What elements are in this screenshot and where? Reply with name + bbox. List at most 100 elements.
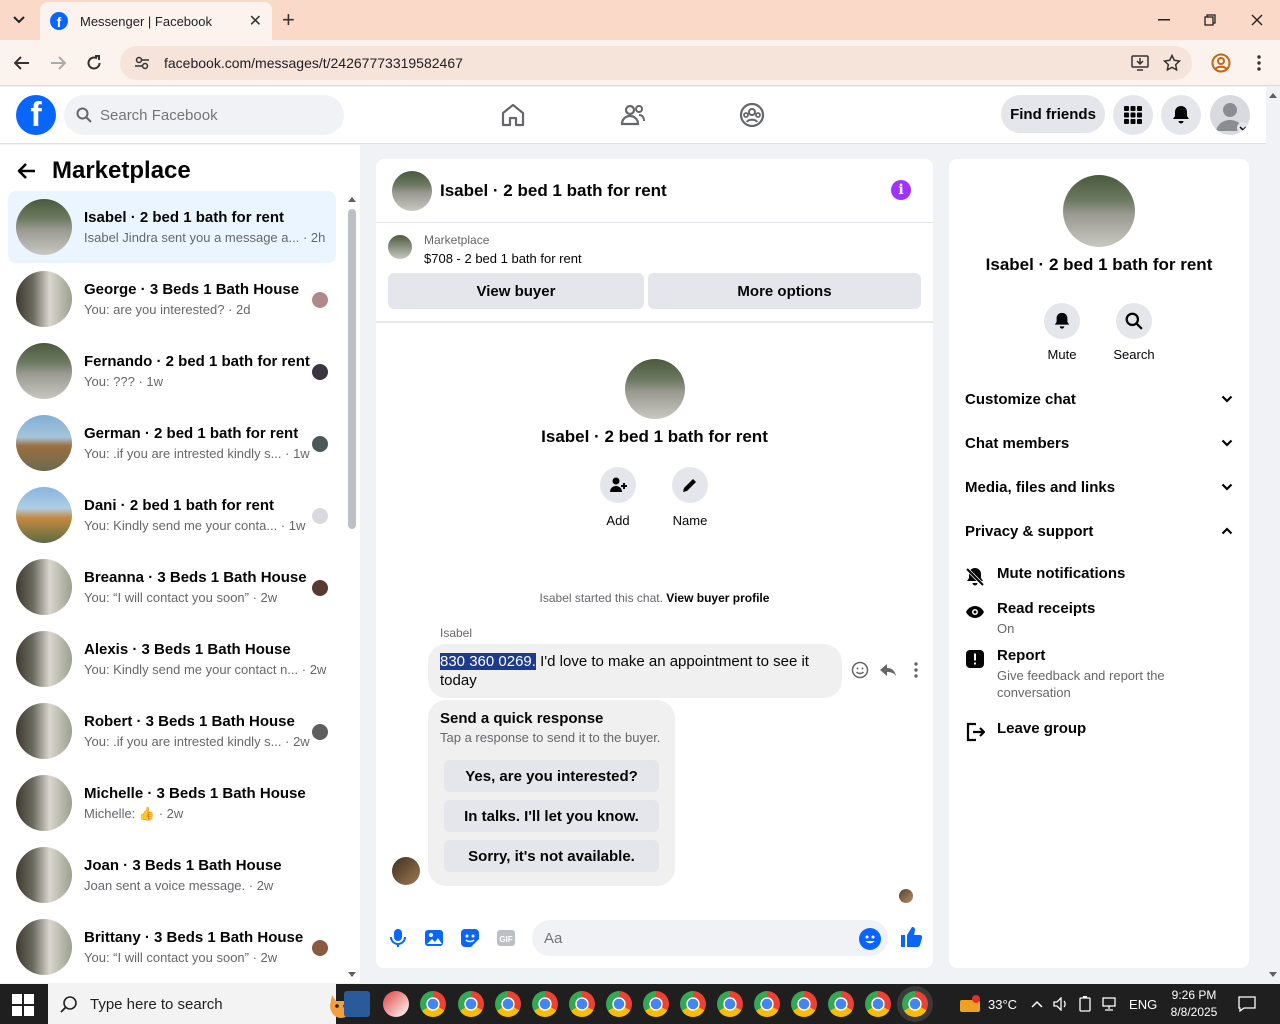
battery-icon[interactable] (1079, 996, 1091, 1012)
conversation-item[interactable]: Dani · 2 bed 1 bath for rent You: Kindly … (8, 479, 336, 551)
conversation-item[interactable]: Fernando · 2 bed 1 bath for rent You: ???… (8, 335, 336, 407)
language-indicator[interactable]: ENG (1129, 997, 1157, 1012)
mute-notifications-option[interactable]: Mute notifications (965, 565, 1233, 587)
chrome-icon[interactable] (865, 991, 891, 1017)
listing-title[interactable]: $708 - 2 bed 1 bath for rent (424, 251, 582, 266)
bell-icon[interactable] (1044, 303, 1080, 339)
app-icon[interactable] (344, 991, 370, 1017)
conversation-item[interactable]: Joan · 3 Beds 1 Bath House Joan sent a vo… (8, 839, 336, 911)
media-files-links-section[interactable]: Media, files and links (965, 467, 1233, 507)
chrome-profile-icon[interactable] (1210, 52, 1232, 74)
new-tab-icon[interactable]: + (282, 9, 295, 31)
chrome-icon[interactable] (569, 991, 595, 1017)
pencil-icon[interactable] (672, 467, 708, 503)
friends-icon[interactable] (619, 101, 647, 129)
more-options-button[interactable]: More options (648, 273, 921, 309)
reply-icon[interactable] (879, 661, 897, 679)
react-icon[interactable] (851, 661, 869, 679)
chrome-icon[interactable] (495, 991, 521, 1017)
volume-icon[interactable] (1053, 997, 1069, 1011)
tab-search-icon[interactable] (6, 8, 32, 32)
close-window-icon[interactable] (1247, 10, 1267, 30)
emoji-icon[interactable] (859, 928, 881, 950)
show-hidden-icons-icon[interactable] (1031, 1000, 1043, 1008)
conversation-item[interactable]: Isabel · 2 bed 1 bath for rent Isabel Jin… (8, 191, 336, 263)
chrome-icon[interactable] (643, 991, 669, 1017)
chrome-icon[interactable] (828, 991, 854, 1017)
chrome-icon[interactable] (754, 991, 780, 1017)
add-person-icon[interactable] (600, 467, 636, 503)
page-scrollbar[interactable] (1266, 87, 1280, 983)
bookmark-star-icon[interactable] (1161, 52, 1183, 74)
chrome-icon[interactable] (717, 991, 743, 1017)
forward-icon[interactable] (47, 52, 69, 74)
view-buyer-button[interactable]: View buyer (388, 273, 644, 309)
more-icon[interactable] (907, 661, 925, 679)
report-option[interactable]: Report Give feedback and report the conve… (965, 647, 1233, 701)
temperature[interactable]: 33°C (988, 997, 1017, 1012)
conversation-item[interactable]: Alexis · 3 Beds 1 Bath House You: Kindly … (8, 623, 336, 695)
site-info-icon[interactable] (134, 55, 150, 71)
gif-icon[interactable]: GIF (495, 927, 517, 949)
customize-chat-section[interactable]: Customize chat (965, 379, 1233, 419)
view-buyer-profile-link[interactable]: View buyer profile (666, 591, 769, 605)
conversation-item[interactable]: Breanna · 3 Beds 1 Bath House You: “I wil… (8, 551, 336, 623)
minimize-icon[interactable] (1154, 10, 1174, 30)
notifications-bell-icon[interactable] (1161, 95, 1201, 135)
menu-grid-icon[interactable] (1113, 95, 1153, 135)
search-input[interactable] (100, 106, 320, 124)
taskbar-search[interactable]: Type here to search (48, 984, 364, 1024)
chrome-icon[interactable] (420, 991, 446, 1017)
search-action[interactable]: Search (1104, 303, 1164, 362)
home-icon[interactable] (499, 101, 527, 129)
chat-avatar[interactable] (392, 170, 432, 211)
quick-response-button[interactable]: In talks. I'll let you know. (444, 800, 659, 832)
tab-close-icon[interactable]: ✕ (249, 11, 262, 31)
network-icon[interactable] (1101, 997, 1117, 1011)
chrome-icon[interactable] (458, 991, 484, 1017)
thumbs-up-icon[interactable] (899, 925, 923, 947)
install-app-icon[interactable] (1129, 52, 1151, 74)
mute-action[interactable]: Mute (1032, 303, 1092, 362)
address-bar[interactable]: facebook.com/messages/t/2426777331958246… (120, 46, 1192, 80)
weather-icon[interactable] (958, 994, 982, 1014)
clock[interactable]: 9:26 PM 8/8/2025 (1160, 987, 1228, 1021)
chrome-icon[interactable] (606, 991, 632, 1017)
reload-icon[interactable] (83, 52, 105, 74)
search-icon[interactable] (1116, 303, 1152, 339)
back-icon[interactable] (11, 52, 33, 74)
restore-icon[interactable] (1200, 10, 1220, 30)
conversation-item[interactable]: Brittany · 3 Beds 1 Bath House You: “I wi… (8, 911, 336, 983)
read-receipts-option[interactable]: Read receipts On (965, 600, 1233, 637)
conversation-item[interactable]: German · 2 bed 1 bath for rent You: .if y… (8, 407, 336, 479)
microphone-icon[interactable] (387, 927, 409, 949)
chrome-icon[interactable] (791, 991, 817, 1017)
notification-center-icon[interactable] (1238, 996, 1256, 1012)
chrome-icon[interactable] (680, 991, 706, 1017)
facebook-search[interactable] (64, 95, 344, 135)
name-action[interactable]: Name (660, 467, 720, 528)
app-icon[interactable] (383, 991, 409, 1017)
quick-response-button[interactable]: Yes, are you interested? (444, 760, 659, 792)
conversation-item[interactable]: George · 3 Beds 1 Bath House You: are you… (8, 263, 336, 335)
profile-avatar[interactable] (1210, 95, 1250, 135)
photo-icon[interactable] (423, 927, 445, 949)
info-icon[interactable]: i (891, 180, 911, 200)
conversation-item[interactable]: Michelle · 3 Beds 1 Bath House Michelle: … (8, 767, 336, 839)
scrollbar-thumb[interactable] (348, 209, 356, 529)
chrome-icon[interactable] (532, 991, 558, 1017)
chrome-icon-active[interactable] (902, 991, 928, 1017)
groups-icon[interactable] (738, 101, 766, 129)
privacy-support-section[interactable]: Privacy & support (965, 511, 1233, 551)
sticker-icon[interactable] (459, 927, 481, 949)
browser-tab[interactable]: f Messenger | Facebook ✕ (40, 2, 272, 40)
sidebar-scrollbar[interactable] (346, 195, 356, 979)
facebook-logo-icon[interactable]: f (16, 95, 56, 135)
chat-title[interactable]: Isabel · 2 bed 1 bath for rent (440, 181, 667, 201)
quick-response-button[interactable]: Sorry, it's not available. (444, 840, 659, 872)
leave-group-option[interactable]: Leave group (965, 720, 1233, 742)
find-friends-button[interactable]: Find friends (1001, 95, 1105, 133)
add-action[interactable]: Add (588, 467, 648, 528)
chrome-menu-icon[interactable] (1248, 52, 1270, 74)
back-arrow-icon[interactable] (16, 162, 36, 180)
